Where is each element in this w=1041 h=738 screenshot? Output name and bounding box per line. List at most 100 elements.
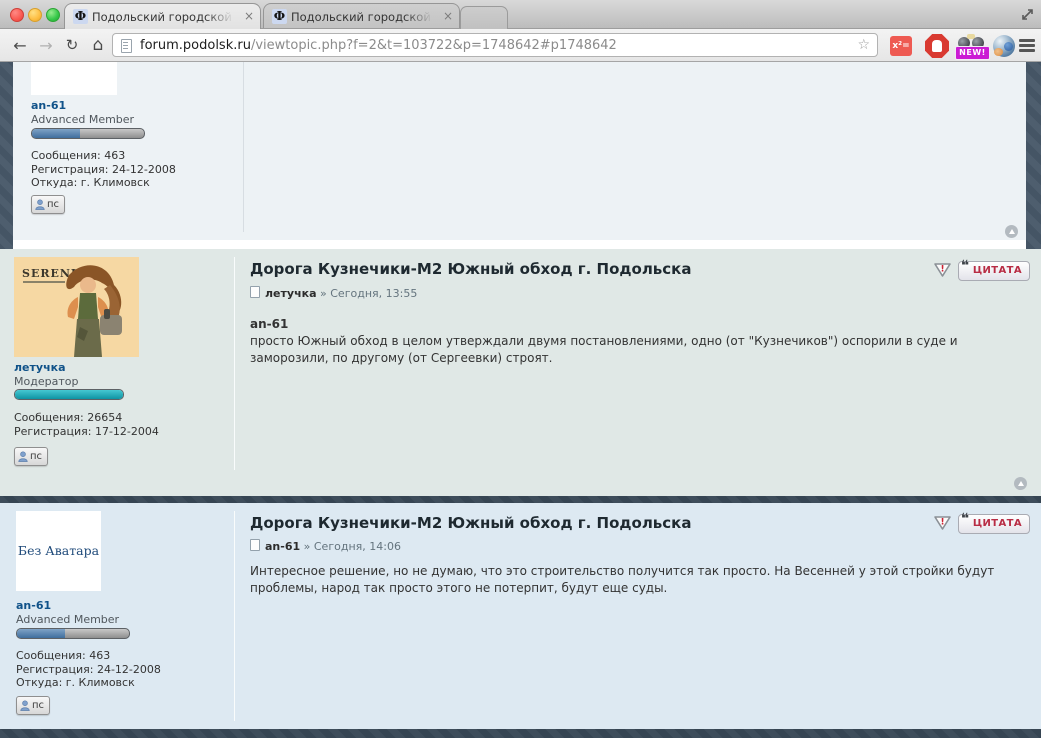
post-body-text: просто Южный обход в целом утверждали дв…: [250, 333, 998, 367]
profile-separator: [234, 511, 235, 721]
orb-extension-icon[interactable]: [993, 35, 1015, 57]
pm-label: пс: [32, 700, 44, 711]
profile-stats: Сообщения: 26654 Регистрация: 17-12-2004: [14, 411, 159, 438]
avatar-placeholder: Без Аватара: [16, 511, 101, 591]
profile-separator: [234, 257, 235, 470]
pm-label: пс: [30, 451, 42, 462]
username-link[interactable]: an-61: [31, 99, 66, 112]
bookmark-star-icon[interactable]: ☆: [857, 37, 870, 53]
quote-button[interactable]: ❝ЦИТАТА: [958, 514, 1030, 534]
window-zoom-button[interactable]: [46, 8, 60, 22]
panel-bottom-edge: [13, 240, 1026, 249]
person-icon: [18, 451, 28, 462]
user-rank: Advanced Member: [31, 113, 134, 126]
stat-line: Регистрация: 24-12-2008: [16, 663, 161, 677]
rank-bar: [14, 389, 124, 400]
svg-text:!: !: [940, 518, 944, 528]
flash-icon: [967, 34, 975, 39]
browser-menu-icon[interactable]: [1019, 39, 1035, 53]
meta-separator: »: [304, 540, 311, 553]
new-badge: NEW!: [955, 46, 990, 60]
post-subject-link[interactable]: Дорога Кузнечики-М2 Южный обход г. Подол…: [250, 514, 691, 532]
stat-line: Сообщения: 463: [31, 149, 176, 163]
avatar: [31, 62, 117, 95]
stat-line: Сообщения: 26654: [14, 411, 159, 425]
address-bar[interactable]: forum.podolsk.ru/viewtopic.php?f=2&t=103…: [112, 33, 878, 57]
stat-line: Откуда: г. Климовск: [16, 676, 161, 690]
meta-separator: »: [320, 287, 327, 300]
new-tab-button[interactable]: [460, 6, 508, 29]
tab-close-icon[interactable]: ×: [443, 9, 453, 23]
quoted-username: an-61: [250, 317, 288, 331]
rank-bar: [31, 128, 145, 139]
browser-tab-2[interactable]: Ф Подольский городской ФО ×: [263, 3, 460, 28]
tab-favicon: Ф: [272, 9, 287, 24]
tab-title: Подольский городской ФО: [291, 10, 437, 24]
url-path: /viewtopic.php?f=2&t=103722&p=1748642#p1…: [251, 38, 617, 53]
back-to-top-icon[interactable]: [1005, 225, 1018, 238]
forward-icon[interactable]: →: [34, 34, 58, 57]
post-author-link[interactable]: an-61: [265, 540, 300, 553]
window-close-button[interactable]: [10, 8, 24, 22]
post-2: SERENITY летучка Модератор Сообщения: 26…: [0, 249, 1041, 496]
post-1-panel: an-61 Advanced Member Сообщения: 463 Рег…: [13, 62, 1026, 249]
quote-button[interactable]: ❝ЦИТАТА: [958, 261, 1030, 281]
stat-line: Регистрация: 24-12-2008: [31, 163, 176, 177]
math-extension-icon[interactable]: x²=: [890, 36, 912, 56]
pm-label: пс: [47, 199, 59, 210]
tab-favicon: Ф: [73, 9, 88, 24]
rank-bar: [16, 628, 130, 639]
private-message-button[interactable]: пс: [16, 696, 50, 715]
window-minimize-button[interactable]: [28, 8, 42, 22]
private-message-button[interactable]: пс: [14, 447, 48, 466]
user-rank: Модератор: [14, 375, 78, 388]
page-icon: [121, 39, 132, 53]
report-post-icon[interactable]: !: [933, 515, 952, 531]
user-rank: Advanced Member: [16, 613, 119, 626]
url-text[interactable]: forum.podolsk.ru/viewtopic.php?f=2&t=103…: [140, 38, 617, 53]
username-link[interactable]: летучка: [14, 361, 66, 374]
post-1: an-61 Advanced Member Сообщения: 463 Рег…: [0, 62, 1041, 249]
quote-marks-icon: ❝: [961, 259, 970, 274]
quote-marks-icon: ❝: [961, 512, 970, 527]
browser-toolbar: ← → ↻ ⌂ forum.podolsk.ru/viewtopic.php?f…: [0, 29, 1041, 62]
post-3: Без Аватара an-61 Advanced Member Сообще…: [0, 503, 1041, 729]
url-host: forum.podolsk.ru: [140, 38, 251, 53]
post-meta: летучка » Сегодня, 13:55: [250, 286, 417, 300]
report-post-icon[interactable]: !: [933, 262, 952, 278]
post-author-link[interactable]: летучка: [265, 287, 317, 300]
stat-line: Регистрация: 17-12-2004: [14, 425, 159, 439]
fullscreen-icon[interactable]: [1020, 7, 1035, 22]
quote-button-label: ЦИТАТА: [973, 518, 1022, 529]
tab-close-icon[interactable]: ×: [244, 9, 254, 23]
person-icon: [20, 700, 30, 711]
post-meta: an-61 » Сегодня, 14:06: [250, 539, 401, 553]
profile-stats: Сообщения: 463 Регистрация: 24-12-2008 О…: [16, 649, 161, 690]
page-bottom-bar: [0, 729, 1041, 738]
post-time: Сегодня, 13:55: [330, 287, 417, 300]
back-to-top-icon[interactable]: [1014, 477, 1027, 490]
profile-separator: [243, 62, 244, 232]
post-page-icon: [250, 539, 260, 551]
adblock-stop-hand-icon[interactable]: [925, 34, 949, 58]
profile-stats: Сообщения: 463 Регистрация: 24-12-2008 О…: [31, 149, 176, 190]
stat-line: Сообщения: 463: [16, 649, 161, 663]
username-link[interactable]: an-61: [16, 599, 51, 612]
reload-icon[interactable]: ↻: [60, 34, 84, 57]
tab-strip: Ф Подольский городской ФО × Ф Подольский…: [0, 0, 1041, 29]
post-divider-bar: [0, 496, 1041, 503]
quote-button-label: ЦИТАТА: [973, 265, 1022, 276]
home-icon[interactable]: ⌂: [86, 34, 110, 57]
post-subject-link[interactable]: Дорога Кузнечики-М2 Южный обход г. Подол…: [250, 260, 691, 278]
back-icon[interactable]: ←: [8, 34, 32, 57]
stat-line: Откуда: г. Климовск: [31, 176, 176, 190]
post-body-text: Интересное решение, но не думаю, что это…: [250, 563, 998, 597]
forum-page: an-61 Advanced Member Сообщения: 463 Рег…: [0, 62, 1041, 738]
person-icon: [35, 199, 45, 210]
post-time: Сегодня, 14:06: [314, 540, 401, 553]
private-message-button[interactable]: пс: [31, 195, 65, 214]
browser-tab-1[interactable]: Ф Подольский городской ФО ×: [64, 3, 261, 29]
tab-title: Подольский городской ФО: [92, 10, 238, 24]
post-page-icon: [250, 286, 260, 298]
avatar-serenity: SERENITY: [14, 257, 139, 357]
